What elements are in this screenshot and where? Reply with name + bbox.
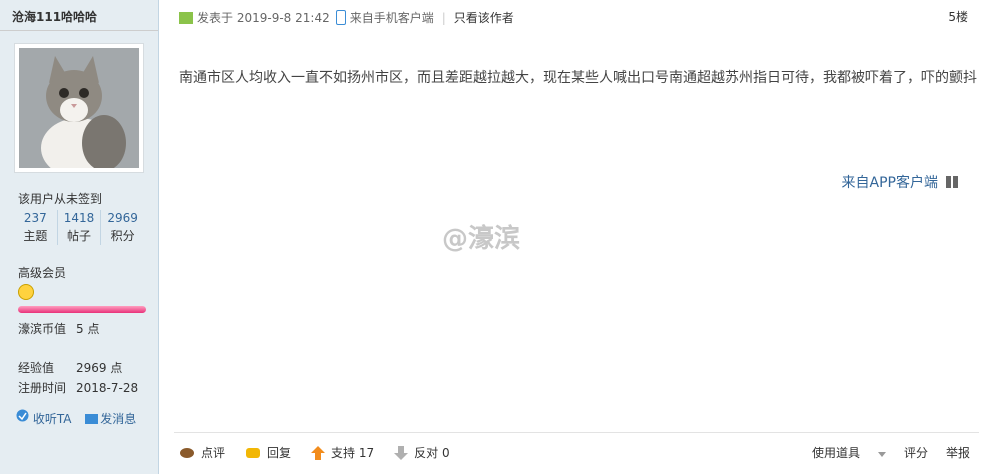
from-app-link[interactable]: 来自APP客户端 [842, 172, 958, 192]
reply-button[interactable]: 回复 [245, 444, 291, 461]
stat-value[interactable]: 2969 [101, 210, 144, 227]
sidebar-divider [0, 30, 158, 31]
author-username[interactable]: 沧海111哈哈哈 [12, 8, 97, 25]
exp-row: 经验值 2969 点 [18, 359, 122, 376]
coin-row: 濠滨币值 5 点 [18, 320, 99, 337]
stat-label: 主题 [23, 229, 48, 243]
reg-value: 2018-7-28 [76, 381, 139, 395]
coin-label: 濠滨币值 [18, 322, 67, 336]
stat-points[interactable]: 2969 积分 [101, 210, 144, 245]
stat-posts[interactable]: 1418 帖子 [58, 210, 102, 245]
post-footer-tools: 使用道具 评分 举报 [794, 444, 970, 461]
chevron-down-icon [877, 452, 886, 457]
reg-row: 注册时间 2018-7-28 [18, 379, 138, 396]
send-message-button[interactable]: 发消息 [100, 412, 136, 426]
stat-label: 积分 [110, 229, 135, 243]
only-author-link[interactable]: 只看该作者 [454, 9, 514, 26]
author-actions: 收听TA 发消息 [16, 409, 136, 427]
mail-icon [85, 413, 99, 424]
post-body: 南通市区人均收入一直不如扬州市区，而且差距越拉越大，现在某些人喊出口号南通超越苏… [179, 70, 977, 86]
author-sidebar: 沧海111哈哈哈 该用户从未签到 237 主题 1418 帖子 2969 积分 … [0, 0, 159, 474]
oppose-label[interactable]: 反对 [414, 444, 438, 461]
post-meta: 发表于 2019-9-8 21:42 来自手机客户端 | 只看该作者 [179, 9, 514, 26]
use-tools-menu[interactable]: 使用道具 [794, 444, 886, 461]
post-main: 发表于 2019-9-8 21:42 来自手机客户端 | 只看该作者 5楼 南通… [159, 0, 984, 474]
posted-time: 2019-9-8 21:42 [236, 10, 330, 25]
stat-value[interactable]: 237 [14, 210, 57, 227]
rate-button[interactable]: 评分 [904, 444, 928, 461]
rank-progress-bar [18, 306, 146, 313]
exp-value: 2969 点 [76, 361, 123, 375]
oppose-button[interactable]: 反对 0 [394, 444, 450, 461]
use-tools-label[interactable]: 使用道具 [812, 446, 860, 460]
support-button[interactable]: 支持 17 [311, 444, 374, 461]
mobile-icon [335, 10, 346, 25]
online-status-icon [179, 11, 193, 24]
thumbs-up-arrow-icon [311, 445, 326, 460]
posted-prefix: 发表于 [197, 11, 234, 25]
oppose-count: 0 [442, 445, 450, 460]
stat-value[interactable]: 1418 [58, 210, 101, 227]
watermark: @濠滨 [442, 224, 521, 254]
follow-button[interactable]: 收听TA [33, 412, 72, 426]
qr-code-icon[interactable] [946, 176, 958, 188]
coin-value: 5 点 [76, 322, 100, 336]
exp-label: 经验值 [18, 361, 55, 375]
report-button[interactable]: 举报 [946, 444, 970, 461]
reply-label[interactable]: 回复 [267, 444, 291, 461]
post-footer-actions: 点评 回复 支持 17 反对 0 [179, 444, 470, 461]
comment-label[interactable]: 点评 [201, 444, 225, 461]
meta-divider: | [441, 10, 446, 25]
support-label[interactable]: 支持 [331, 444, 355, 461]
sidebar-bottom [0, 462, 158, 474]
reg-label: 注册时间 [18, 381, 67, 395]
from-mobile[interactable]: 来自手机客户端 [350, 9, 434, 26]
follow-icon [16, 409, 29, 422]
user-stats: 237 主题 1418 帖子 2969 积分 [14, 210, 144, 245]
comment-icon [180, 447, 194, 458]
support-count: 17 [358, 445, 375, 460]
from-app-label[interactable]: 来自APP客户端 [842, 172, 938, 192]
comment-button[interactable]: 点评 [179, 444, 225, 461]
smiley-rank-icon [18, 284, 34, 300]
sign-status: 该用户从未签到 [18, 192, 103, 206]
user-rank: 高级会员 [18, 266, 67, 280]
avatar-frame[interactable] [14, 43, 144, 173]
floor-number[interactable]: 5楼 [948, 8, 968, 25]
avatar[interactable] [19, 48, 139, 168]
footer-divider [174, 432, 979, 433]
stat-threads[interactable]: 237 主题 [14, 210, 58, 245]
reply-icon [246, 447, 261, 458]
thumbs-down-arrow-icon [394, 445, 409, 460]
stat-label: 帖子 [67, 229, 92, 243]
